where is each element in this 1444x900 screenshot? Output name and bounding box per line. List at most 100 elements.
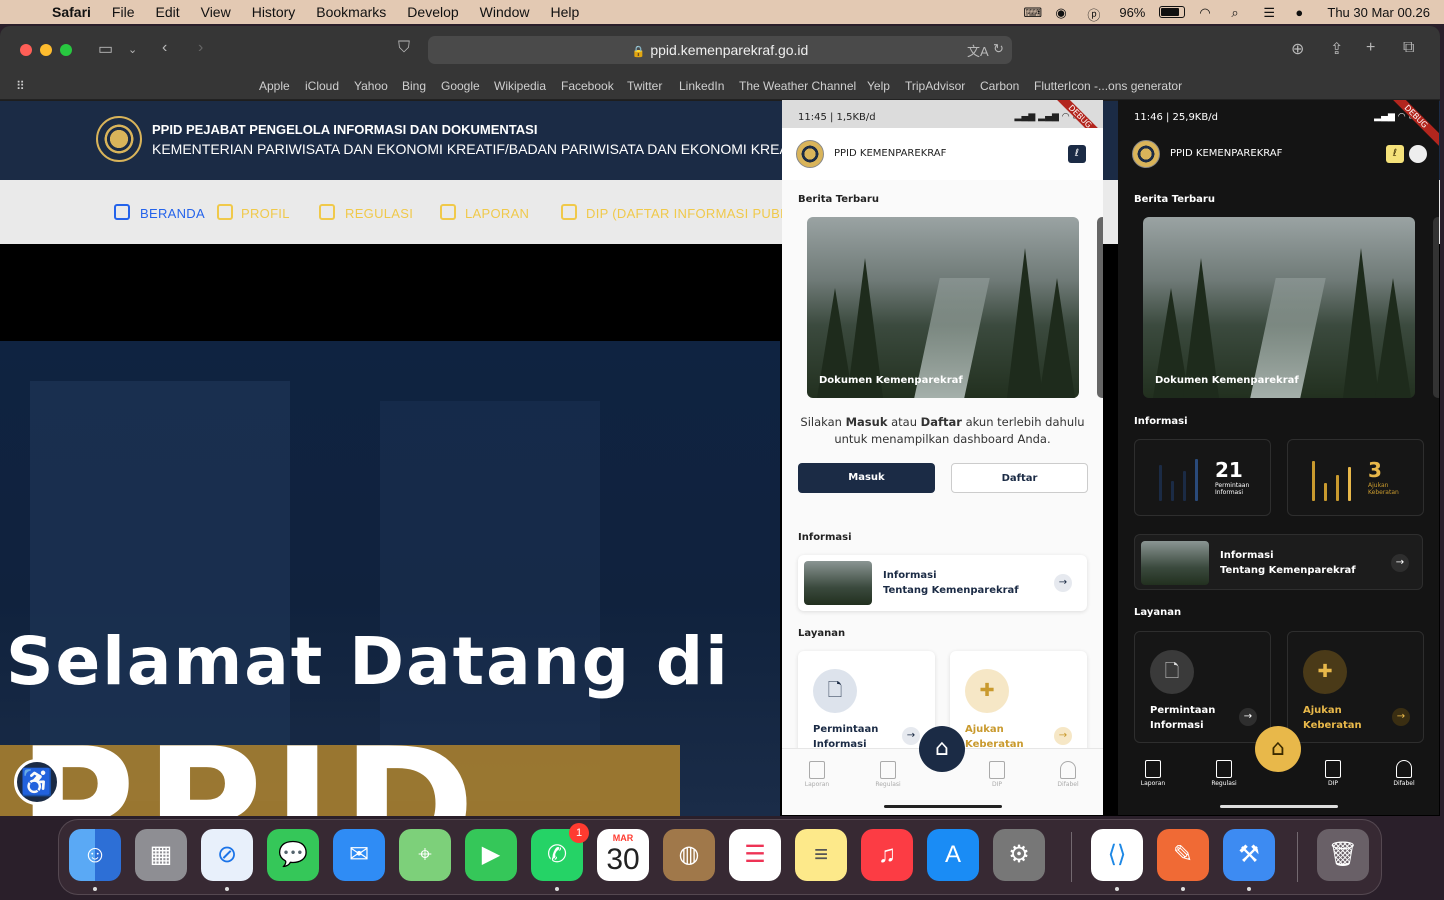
- home-fab-icon[interactable]: ⌂: [1255, 726, 1301, 772]
- whatsapp-icon[interactable]: ✆ 1: [531, 823, 589, 881]
- bookmark-facebook[interactable]: Facebook: [561, 79, 614, 93]
- menu-window[interactable]: Window: [480, 4, 530, 20]
- zoom-window-button[interactable]: [60, 44, 72, 56]
- app-store-icon[interactable]: A: [927, 829, 979, 881]
- home-indicator[interactable]: [884, 805, 1002, 808]
- nav-regulasi[interactable]: REGULASI: [345, 206, 413, 221]
- menu-bookmarks[interactable]: Bookmarks: [316, 4, 386, 20]
- nav-difabel[interactable]: Difabel: [1374, 760, 1434, 787]
- system-settings-icon[interactable]: ⚙: [993, 829, 1045, 881]
- finder-icon[interactable]: ☺: [69, 829, 121, 881]
- news-card[interactable]: Dokumen Kemenparekraf: [1143, 217, 1415, 398]
- close-window-button[interactable]: [20, 44, 32, 56]
- menu-view[interactable]: View: [201, 4, 231, 20]
- reminders-icon[interactable]: ☰: [729, 829, 781, 881]
- nav-profil[interactable]: PROFIL: [241, 206, 290, 221]
- mail-icon[interactable]: ✉: [333, 829, 385, 881]
- trash-icon[interactable]: 🗑: [1317, 829, 1369, 881]
- menubar-clock[interactable]: Thu 30 Mar 00.26: [1327, 5, 1430, 20]
- siri-icon[interactable]: ●: [1295, 5, 1313, 20]
- back-icon[interactable]: ‹: [162, 39, 167, 57]
- nav-dip[interactable]: DIP: [967, 761, 1027, 788]
- arrow-right-icon[interactable]: →: [1054, 727, 1072, 745]
- stat-permintaan-informasi[interactable]: 21 Permintaan Informasi: [1134, 439, 1271, 516]
- nav-laporan[interactable]: Laporan: [1123, 760, 1183, 787]
- sidebar-toggle-icon[interactable]: ▭: [98, 39, 113, 59]
- nav-beranda[interactable]: BERANDA: [140, 206, 205, 221]
- info-card[interactable]: Informasi Tentang Kemenparekraf →: [798, 555, 1087, 611]
- nav-laporan[interactable]: LAPORAN: [465, 206, 529, 221]
- menu-file[interactable]: File: [112, 4, 135, 20]
- keyboard-icon[interactable]: ⌨: [1023, 5, 1042, 20]
- translate-icon[interactable]: 文A: [967, 41, 989, 60]
- bookmark-wikipedia[interactable]: Wikipedia: [494, 79, 546, 93]
- address-bar[interactable]: 🔒 ppid.kemenparekraf.go.id: [428, 36, 1012, 64]
- service-permintaan-informasi[interactable]: 🗋 Permintaan Informasi →: [798, 651, 935, 763]
- user-icon[interactable]: ◉: [1055, 5, 1073, 20]
- new-tab-icon[interactable]: +: [1366, 39, 1375, 57]
- theme-toggle-icon[interactable]: [1409, 145, 1427, 163]
- nav-laporan[interactable]: Laporan: [787, 761, 847, 788]
- menu-develop[interactable]: Develop: [407, 4, 458, 20]
- spotlight-search-icon[interactable]: ⌕: [1231, 5, 1249, 20]
- bookmark-tripadvisor[interactable]: TripAdvisor: [905, 79, 965, 93]
- bookmark-twitter[interactable]: Twitter: [627, 79, 662, 93]
- reload-icon[interactable]: ↻: [993, 41, 1004, 57]
- wifi-icon[interactable]: ◠: [1199, 5, 1217, 20]
- nav-dip[interactable]: DIP (DAFTAR INFORMASI PUBLIK): [586, 206, 805, 221]
- privacy-shield-icon[interactable]: ⛉: [398, 39, 410, 57]
- arrow-right-icon[interactable]: →: [1391, 554, 1409, 572]
- xcode-icon[interactable]: ⚒: [1223, 829, 1275, 881]
- masuk-button[interactable]: Masuk: [798, 463, 935, 493]
- downloads-icon[interactable]: ⊕: [1291, 39, 1304, 59]
- news-card[interactable]: Dokumen Kemenparekraf: [807, 217, 1079, 398]
- bookmark-apple[interactable]: Apple: [259, 79, 290, 93]
- share-icon[interactable]: ⇪: [1330, 39, 1343, 59]
- next-news-card-peek[interactable]: [1097, 217, 1103, 398]
- bookmark-icloud[interactable]: iCloud: [305, 79, 339, 93]
- menu-edit[interactable]: Edit: [155, 4, 179, 20]
- menu-help[interactable]: Help: [550, 4, 579, 20]
- nav-regulasi[interactable]: Regulasi: [1194, 760, 1254, 787]
- arrow-right-icon[interactable]: →: [1054, 574, 1072, 592]
- bookmark-bing[interactable]: Bing: [402, 79, 426, 93]
- service-permintaan-informasi[interactable]: 🗋 Permintaan Informasi →: [1134, 631, 1271, 743]
- nav-difabel[interactable]: Difabel: [1038, 761, 1098, 788]
- battery-icon[interactable]: [1159, 6, 1186, 18]
- menu-app-safari[interactable]: Safari: [52, 4, 91, 20]
- calendar-icon[interactable]: MAR 30: [597, 829, 649, 881]
- launchpad-icon[interactable]: ▦: [135, 829, 187, 881]
- bookmark-weather-channel[interactable]: The Weather Channel: [739, 79, 856, 93]
- info-card[interactable]: Informasi Tentang Kemenparekraf →: [1134, 534, 1423, 590]
- arrow-right-icon[interactable]: →: [902, 727, 920, 745]
- forward-icon[interactable]: ›: [198, 39, 203, 57]
- home-indicator[interactable]: [1220, 805, 1338, 808]
- menu-history[interactable]: History: [252, 4, 296, 20]
- maps-icon[interactable]: ⌖: [399, 829, 451, 881]
- nav-regulasi[interactable]: Regulasi: [858, 761, 918, 788]
- apps-grid-icon[interactable]: ⠿: [16, 79, 25, 93]
- messages-icon[interactable]: 💬: [267, 829, 319, 881]
- bookmark-carbon[interactable]: Carbon: [980, 79, 1019, 93]
- music-icon[interactable]: ♫: [861, 829, 913, 881]
- arrow-right-icon[interactable]: →: [1239, 708, 1257, 726]
- nav-dip[interactable]: DIP: [1303, 760, 1363, 787]
- bookmark-yelp[interactable]: Yelp: [867, 79, 890, 93]
- contacts-icon[interactable]: ◍: [663, 829, 715, 881]
- control-center-icon[interactable]: ☰: [1263, 5, 1281, 20]
- home-fab-icon[interactable]: ⌂: [919, 726, 965, 772]
- arrow-right-icon[interactable]: →: [1392, 708, 1410, 726]
- accessibility-icon[interactable]: ♿: [14, 759, 60, 805]
- facetime-icon[interactable]: ▶: [465, 829, 517, 881]
- stat-ajukan-keberatan[interactable]: 3 Ajukan Keberatan: [1287, 439, 1424, 516]
- notes-icon[interactable]: ≡: [795, 829, 847, 881]
- ear-icon[interactable]: ⓟ: [1087, 5, 1105, 23]
- tab-overview-icon[interactable]: ⧉: [1403, 39, 1414, 57]
- minimize-window-button[interactable]: [40, 44, 52, 56]
- vscode-icon[interactable]: ⟨⟩: [1091, 829, 1143, 881]
- accessibility-ear-icon[interactable]: ℓ: [1386, 145, 1404, 163]
- service-ajukan-keberatan[interactable]: ✚ Ajukan Keberatan →: [1287, 631, 1424, 743]
- bookmark-linkedin[interactable]: LinkedIn: [679, 79, 724, 93]
- kemenparekraf-logo[interactable]: [96, 116, 142, 162]
- daftar-button[interactable]: Daftar: [951, 463, 1088, 493]
